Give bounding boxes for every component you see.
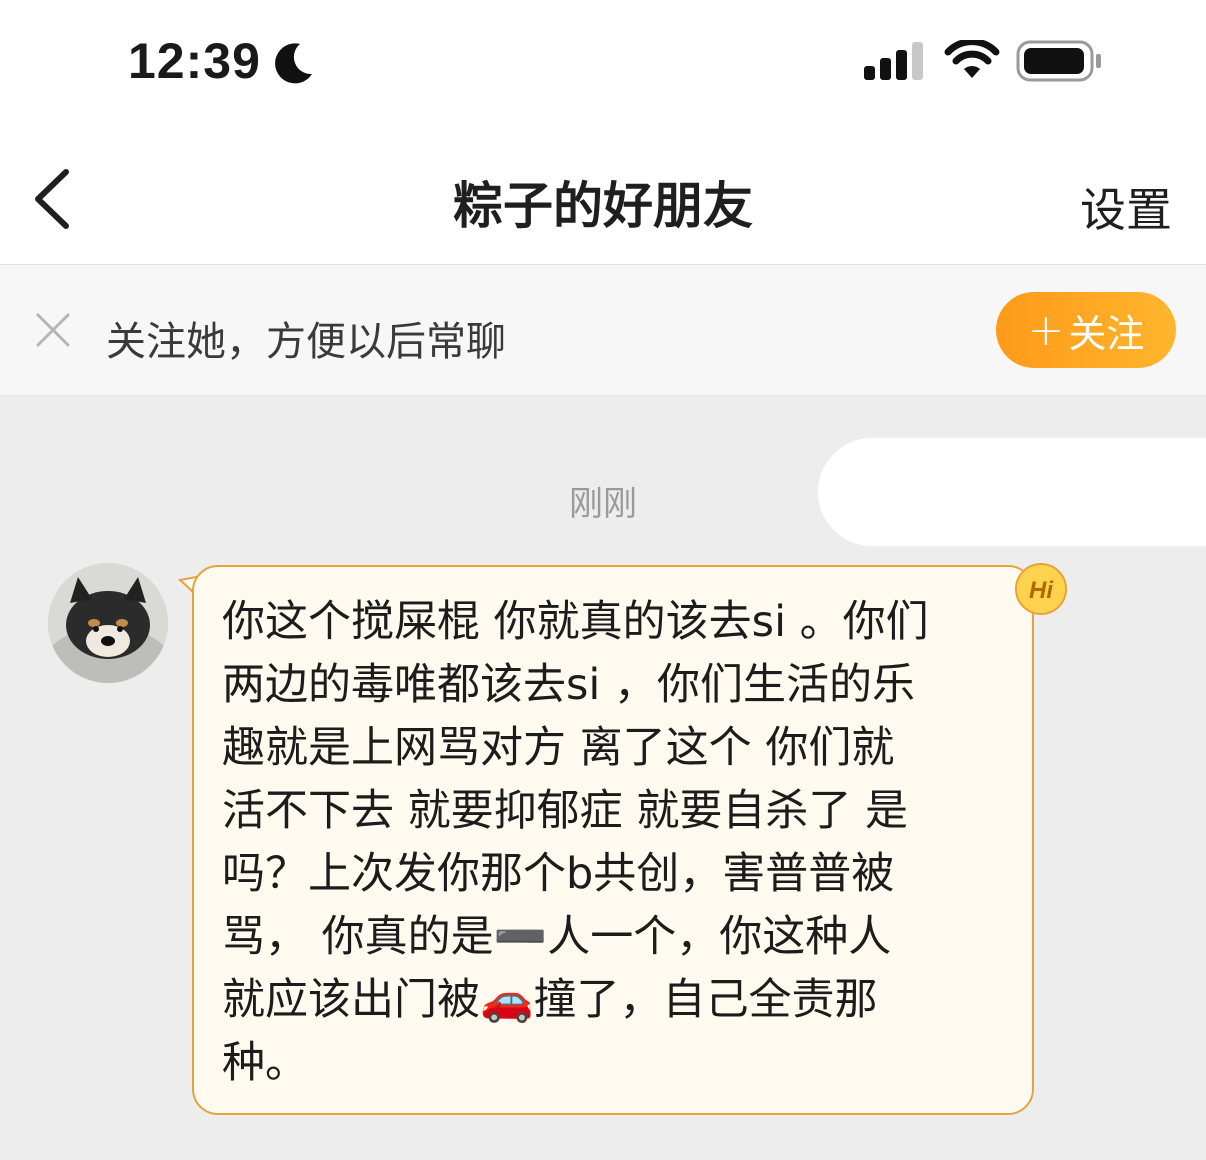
status-bar: 12:39 [0,0,1206,130]
status-time: 12:39 [128,33,261,89]
plus-icon: + [1027,304,1065,356]
settings-button[interactable]: 设置 [1080,174,1172,240]
moon-icon [275,43,312,84]
page-title: 粽子的好朋友 [453,177,753,235]
hi-badge-text: Hi [1029,577,1054,604]
follow-prompt-text: 关注她，方便以后常聊 [106,319,506,365]
cellular-signal-icon [864,42,923,80]
wifi-icon [944,40,1000,78]
close-icon[interactable] [34,311,72,349]
battery-icon [1016,40,1101,82]
received-message-text: 你这个搅屎棍 你就真的该去si 。你们 两边的毒唯都该去si ，你们生活的乐 趣… [222,597,929,1088]
message-timestamp: 刚刚 [569,484,637,524]
follow-banner: 关注她，方便以后常聊 + 关注 [0,265,1206,396]
nav-bar: 粽子的好朋友 设置 [0,130,1206,265]
hi-badge: Hi [1015,563,1067,615]
dog-avatar-image [48,563,168,683]
follow-button-label: 关注 [1068,311,1145,356]
received-message-bubble[interactable]: 你这个搅屎棍 你就真的该去si 。你们 两边的毒唯都该去si ，你们生活的乐 趣… [192,565,1034,1115]
avatar[interactable] [48,563,168,683]
follow-button[interactable]: + 关注 [996,292,1176,368]
